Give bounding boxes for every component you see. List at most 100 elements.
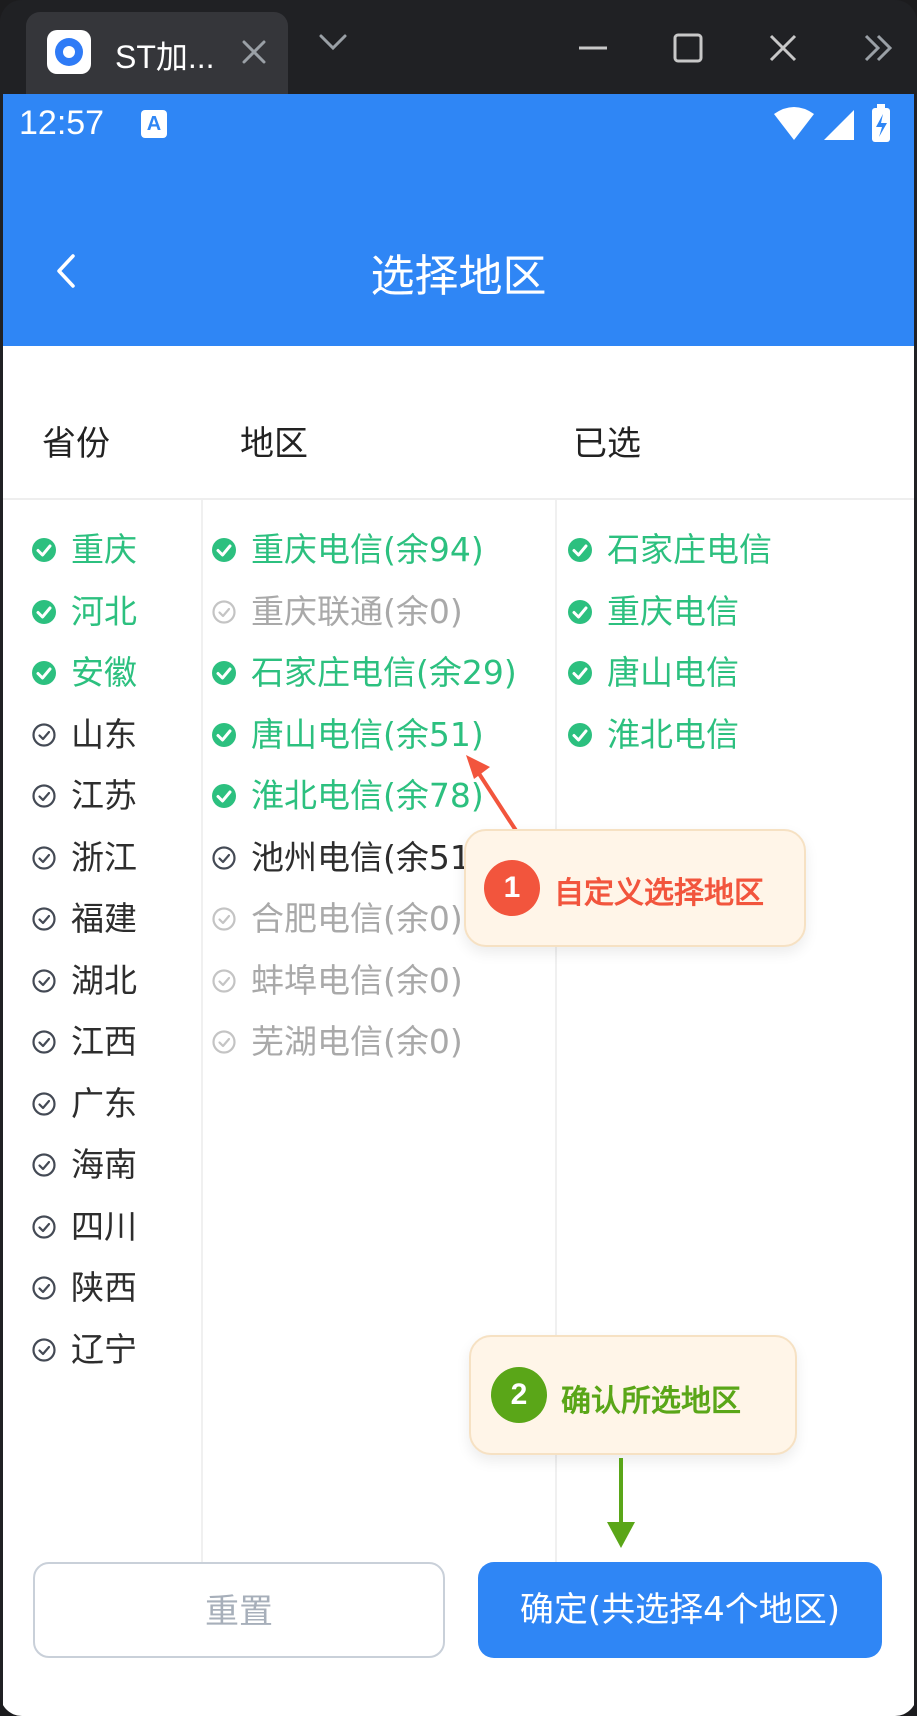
check-circle-filled-icon xyxy=(212,661,236,685)
province-item-label: 重庆 xyxy=(71,530,137,569)
check-circle-filled-icon xyxy=(32,599,56,624)
callout-custom-select: 1 自定义选择地区 xyxy=(464,829,806,947)
check-circle-outline-icon xyxy=(32,845,56,870)
region-item[interactable]: 淮北电信(余78) xyxy=(211,774,484,818)
selected-item[interactable]: 淮北电信 xyxy=(567,713,739,757)
close-icon[interactable] xyxy=(234,32,274,72)
region-item[interactable]: 石家庄电信(余29) xyxy=(211,651,517,695)
check-circle-outline-icon xyxy=(212,1030,236,1054)
column-divider xyxy=(555,500,557,1652)
check-circle-outline-icon xyxy=(212,907,236,931)
region-item-label: 唐山电信(余51) xyxy=(251,714,484,754)
check-circle-outline-icon xyxy=(32,1337,56,1362)
province-item-label: 海南 xyxy=(71,1145,137,1184)
check-circle-filled-icon xyxy=(568,722,592,747)
status-indicator: A xyxy=(141,110,167,138)
selected-item[interactable]: 唐山电信 xyxy=(567,651,739,695)
check-circle-outline-icon xyxy=(32,1276,56,1300)
province-item-label: 江西 xyxy=(71,1022,137,1061)
province-item-label: 辽宁 xyxy=(71,1329,137,1369)
province-item[interactable]: 江苏 xyxy=(31,774,137,818)
selected-item[interactable]: 重庆电信 xyxy=(567,590,739,634)
check-circle-filled-icon xyxy=(568,538,592,562)
check-circle-outline-icon xyxy=(32,1030,56,1054)
check-circle-filled-icon xyxy=(212,538,236,562)
status-bar: 12:57 A xyxy=(3,94,914,154)
province-item-label: 福建 xyxy=(71,899,137,938)
province-item-label: 河北 xyxy=(71,591,137,631)
province-item[interactable]: 河北 xyxy=(31,590,137,634)
app-header: 选择地区 xyxy=(3,154,914,346)
wifi-signal-battery-icon xyxy=(774,104,890,142)
check-circle-outline-icon xyxy=(32,968,56,993)
column-divider xyxy=(201,500,203,1652)
minimize-icon[interactable] xyxy=(573,28,613,68)
region-item-label: 重庆电信(余94) xyxy=(251,530,484,569)
province-item[interactable]: 陕西 xyxy=(31,1266,137,1310)
province-item-label: 陕西 xyxy=(71,1268,137,1307)
region-item[interactable]: 重庆电信(余94) xyxy=(211,528,484,572)
province-item[interactable]: 辽宁 xyxy=(31,1328,137,1372)
province-item[interactable]: 海南 xyxy=(31,1143,137,1187)
callout-badge: 2 xyxy=(491,1367,547,1423)
check-circle-filled-icon xyxy=(212,722,236,747)
check-circle-filled-icon xyxy=(212,784,236,808)
province-item[interactable]: 湖北 xyxy=(31,959,137,1003)
check-circle-outline-icon xyxy=(32,1214,56,1239)
app-icon xyxy=(47,30,91,74)
region-item-label: 石家庄电信(余29) xyxy=(251,653,517,692)
province-item[interactable]: 广东 xyxy=(31,1082,137,1126)
close-icon[interactable] xyxy=(763,28,803,68)
browser-tab-bar: ST加... xyxy=(0,0,917,98)
chevron-down-icon[interactable] xyxy=(313,28,353,58)
region-item-label: 淮北电信(余78) xyxy=(251,776,484,815)
check-circle-outline-icon xyxy=(32,1153,56,1177)
province-item-label: 江苏 xyxy=(71,776,137,815)
province-item[interactable]: 江西 xyxy=(31,1020,137,1064)
province-item-label: 安徽 xyxy=(71,653,137,692)
province-item[interactable]: 重庆 xyxy=(31,528,137,572)
region-item-label: 芜湖电信(余0) xyxy=(251,1022,463,1061)
browser-window: ST加... 12:57 A 选择地区 省份 地区 已选 重庆 河北 安徽 山东… xyxy=(0,0,917,1716)
province-item-label: 广东 xyxy=(71,1083,137,1123)
callout-arrow-down xyxy=(607,1458,635,1548)
confirm-button[interactable]: 确定(共选择4个地区) xyxy=(478,1562,882,1658)
header-divider xyxy=(3,498,914,500)
callout-badge: 1 xyxy=(484,860,540,916)
selected-item-label: 石家庄电信 xyxy=(607,530,772,569)
province-item[interactable]: 山东 xyxy=(31,713,137,757)
province-item-label: 山东 xyxy=(71,714,137,754)
region-item: 合肥电信(余0) xyxy=(211,897,463,941)
browser-tab[interactable]: ST加... xyxy=(26,12,288,98)
check-circle-filled-icon xyxy=(32,538,56,562)
check-circle-filled-icon xyxy=(568,661,592,685)
province-item[interactable]: 浙江 xyxy=(31,836,137,880)
region-item-label: 重庆联通(余0) xyxy=(251,591,463,631)
province-item-label: 浙江 xyxy=(71,837,137,877)
check-circle-outline-icon xyxy=(212,599,236,624)
province-item[interactable]: 安徽 xyxy=(31,651,137,695)
column-header-selected: 已选 xyxy=(573,424,641,464)
check-circle-outline-icon xyxy=(32,722,56,747)
region-item: 蚌埠电信(余0) xyxy=(211,959,463,1003)
tab-title: ST加... xyxy=(115,39,215,75)
region-item[interactable]: 池州电信(余51) xyxy=(211,836,484,880)
status-time: 12:57 xyxy=(19,104,105,142)
app-screen: 12:57 A 选择地区 省份 地区 已选 重庆 河北 安徽 山东 江苏 浙江 福建 湖北 江西… xyxy=(3,94,914,1716)
province-item[interactable]: 四川 xyxy=(31,1205,137,1249)
province-item-label: 湖北 xyxy=(71,960,137,1000)
region-item-label: 蚌埠电信(余0) xyxy=(251,960,463,1000)
page-title: 选择地区 xyxy=(370,251,547,302)
selected-item[interactable]: 石家庄电信 xyxy=(567,528,772,572)
selected-item-label: 唐山电信 xyxy=(607,653,739,692)
region-item-label: 合肥电信(余0) xyxy=(251,899,463,938)
province-item[interactable]: 福建 xyxy=(31,897,137,941)
more-icon[interactable] xyxy=(858,28,898,68)
maximize-icon[interactable] xyxy=(668,28,708,68)
column-header-region: 地区 xyxy=(240,424,308,464)
region-item[interactable]: 唐山电信(余51) xyxy=(211,713,484,757)
selected-item-label: 重庆电信 xyxy=(607,591,739,631)
check-circle-outline-icon xyxy=(212,845,236,870)
check-circle-outline-icon xyxy=(32,1091,56,1116)
reset-button[interactable]: 重置 xyxy=(33,1562,445,1658)
